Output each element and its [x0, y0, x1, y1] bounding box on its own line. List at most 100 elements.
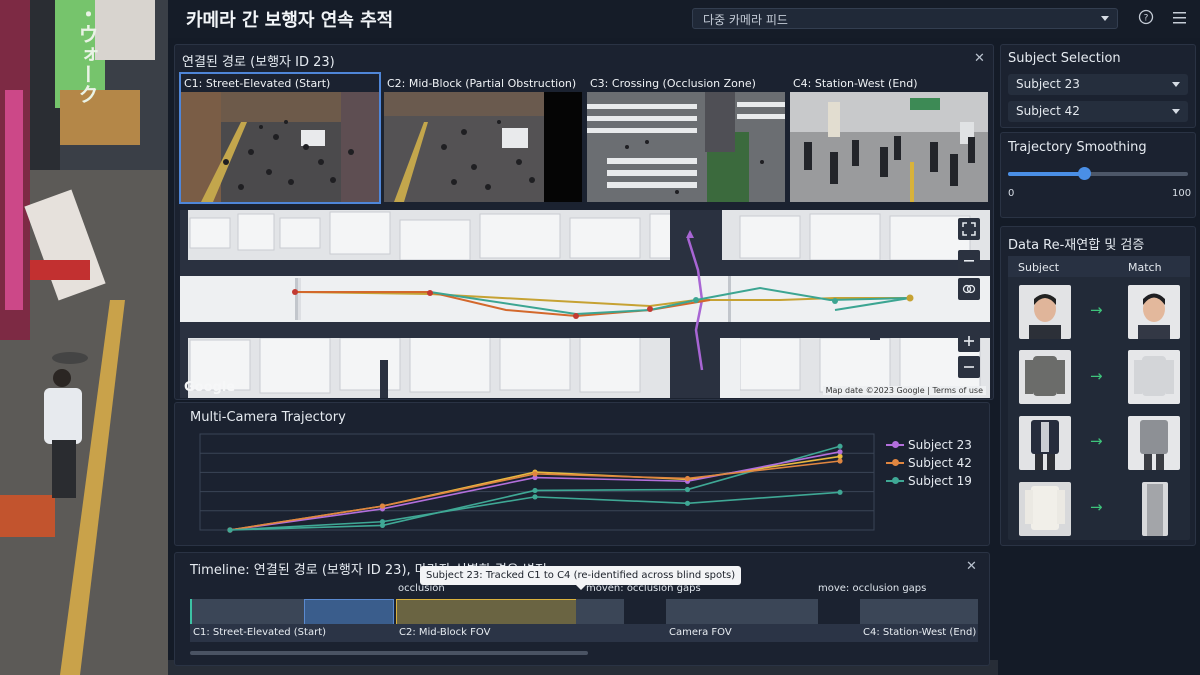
series-subject-23-point	[837, 449, 843, 455]
path-panel-title: 연결된 경로 (보행자 ID 23)	[182, 55, 335, 70]
smoothing-track[interactable]	[1008, 167, 1188, 180]
timeline-segment-label: C2: Mid-Block FOV	[399, 627, 491, 638]
timeline-segment-c3[interactable]	[666, 599, 818, 625]
subject-body-thumb[interactable]	[1019, 416, 1071, 470]
help-icon[interactable]: ?	[1138, 9, 1154, 25]
smoothing-min: 0	[1008, 188, 1015, 199]
camera-tile-c3[interactable]: C3: Crossing (Occlusion Zone)	[587, 74, 785, 202]
chevron-down-icon	[1101, 16, 1109, 21]
timeline-segment-label: Camera FOV	[669, 627, 732, 638]
timeline-segment-gap[interactable]	[576, 599, 624, 625]
chevron-down-icon	[1172, 109, 1180, 114]
zoom-in-button[interactable]	[958, 330, 980, 352]
reid-col-match: Match	[1128, 261, 1162, 274]
timeline-segment-label: C1: Street-Elevated (Start)	[193, 627, 327, 638]
legend-item: Subject 19	[886, 474, 972, 488]
menu-icon[interactable]	[1172, 11, 1188, 25]
match-body-thumb[interactable]	[1128, 416, 1180, 470]
subject-select-value: Subject 23	[1016, 77, 1080, 91]
plus-icon	[964, 336, 974, 346]
camera-tile-c2[interactable]: C2: Mid-Block (Partial Obstruction)	[384, 74, 582, 202]
legend-swatch	[886, 459, 904, 466]
fullscreen-icon	[962, 222, 976, 236]
series-subject-42-point	[532, 471, 538, 477]
legend-swatch	[886, 477, 904, 484]
match-body-thumb[interactable]	[1128, 350, 1180, 404]
legend-label: Subject 42	[908, 456, 972, 470]
subject-select-value: Subject 42	[1016, 104, 1080, 118]
camera-feed-c3	[587, 92, 785, 202]
series-subject-42-point	[379, 503, 386, 509]
camera-feed-select[interactable]: 다중 카메라 피드	[692, 8, 1118, 29]
series-subject-19-point	[227, 527, 233, 533]
legend-item: Subject 42	[886, 456, 972, 470]
legend-label: Subject 23	[908, 438, 972, 452]
timeline-segment-c4[interactable]	[860, 599, 978, 625]
lower-series-point	[532, 487, 538, 494]
lower-series-point	[837, 443, 843, 449]
camera-feed-c4	[790, 92, 988, 202]
camera-tile-c1[interactable]: C1: Street-Elevated (Start)	[179, 72, 381, 204]
series-subject-42-point	[837, 458, 843, 464]
series-subject-19-point	[532, 494, 538, 500]
trajectory-map[interactable]: Google Map date ©2023 Google | Terms of …	[180, 210, 990, 398]
smoothing-fill	[1008, 172, 1084, 176]
chevron-down-icon	[1172, 82, 1180, 87]
timeline-event-label: move: occlusion gaps	[818, 583, 927, 594]
trajectory-chart-title: Multi-Camera Trajectory	[190, 410, 346, 425]
series-subject-19-point	[684, 500, 691, 506]
smoothing-max: 100	[1172, 188, 1192, 199]
fullscreen-button[interactable]	[958, 218, 980, 240]
camera-label: C4: Station-West (End)	[793, 77, 918, 90]
collapse-button[interactable]	[958, 250, 980, 272]
minus-icon	[964, 366, 974, 368]
camera-label: C2: Mid-Block (Partial Obstruction)	[387, 77, 577, 90]
zoom-out-button[interactable]	[958, 356, 980, 378]
smoothing-title: Trajectory Smoothing	[1008, 140, 1147, 155]
camera-label: C3: Crossing (Occlusion Zone)	[590, 77, 756, 90]
series-subject-19-point	[379, 519, 386, 525]
timeline-scrollbar[interactable]	[190, 651, 588, 655]
match-arrow: →	[1090, 498, 1103, 516]
series-subject-42-point	[684, 475, 691, 482]
map-attribution[interactable]: Map date ©2023 Google | Terms of use	[822, 386, 986, 395]
lower-series-point	[684, 486, 691, 493]
trajectory-chart	[199, 433, 875, 533]
map-canvas	[180, 210, 990, 398]
close-icon[interactable]: ✕	[974, 51, 985, 66]
svg-text:?: ?	[1144, 14, 1149, 24]
timeline-segment-c2[interactable]	[396, 599, 586, 625]
series-subject-19-point	[837, 489, 843, 495]
match-body-thumb[interactable]	[1142, 482, 1168, 536]
layers-icon	[962, 284, 976, 294]
reid-col-subject: Subject	[1018, 261, 1060, 274]
legend-item: Subject 23	[886, 438, 972, 452]
layers-button[interactable]	[958, 278, 980, 300]
app-title: 카메라 간 보행자 연속 추적	[186, 10, 394, 31]
subject-selection-title: Subject Selection	[1008, 51, 1121, 66]
subject-body-thumb[interactable]	[1019, 350, 1071, 404]
match-face-thumb[interactable]	[1128, 285, 1180, 339]
subject-body-thumb[interactable]	[1019, 482, 1071, 536]
subject-select-2[interactable]: Subject 42	[1008, 101, 1188, 122]
camera-feed-select-value: 다중 카메라 피드	[703, 13, 788, 27]
legend-label: Subject 19	[908, 474, 972, 488]
plot-area	[199, 433, 875, 531]
subject-select-1[interactable]: Subject 23	[1008, 74, 1188, 95]
minus-icon	[964, 260, 974, 262]
camera-feed-c2	[384, 92, 582, 202]
timeline-segment-label: C4: Station-West (End)	[863, 627, 977, 638]
map-brand: Google	[184, 380, 236, 395]
smoothing-slider-thumb[interactable]	[1077, 167, 1091, 180]
camera-tile-c4[interactable]: C4: Station-West (End)	[790, 74, 988, 202]
yellow-series-point	[837, 453, 843, 459]
legend-swatch	[886, 441, 904, 448]
background-sign-text: ・ウォーク	[75, 4, 99, 104]
match-arrow: →	[1090, 432, 1103, 450]
timeline-segment-c1-highlight[interactable]	[304, 599, 394, 625]
match-arrow: →	[1090, 301, 1103, 319]
subject-face-thumb[interactable]	[1019, 285, 1071, 339]
reid-title: Data Re-재연합 및 검증	[1008, 238, 1145, 253]
close-icon[interactable]: ✕	[966, 559, 977, 574]
camera-label: C1: Street-Elevated (Start)	[184, 77, 331, 90]
